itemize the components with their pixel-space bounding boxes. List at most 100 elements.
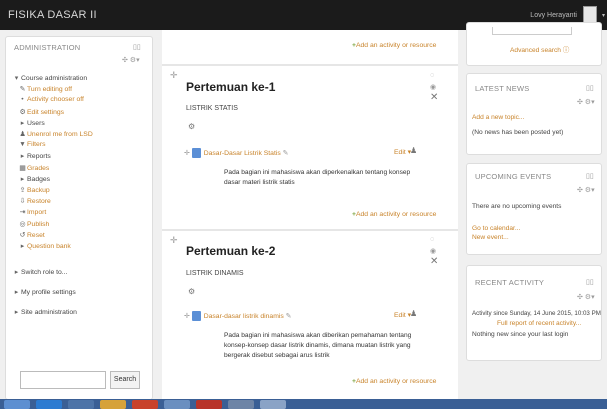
user-menu-caret-icon[interactable]: ▾ — [602, 12, 605, 19]
taskbar-app[interactable] — [228, 400, 254, 409]
gear-icon[interactable]: ⚙ — [188, 122, 195, 131]
admin-item[interactable]: ▸ Badges — [18, 175, 50, 183]
section-title: Pertemuan ke-1 — [186, 80, 276, 94]
block-dock-icon[interactable]: ▯▯ — [133, 43, 141, 51]
assign-roles-icon[interactable]: ♟ — [410, 146, 417, 155]
edit-menu[interactable]: Edit ▾ — [394, 311, 411, 319]
admin-item[interactable]: ▼Filters — [18, 141, 46, 149]
delete-section-icon[interactable]: ✕ — [430, 92, 438, 103]
admin-item-label: Unenrol me from LSD — [27, 131, 93, 138]
lightbulb-icon[interactable]: ◌ — [430, 236, 434, 243]
admin-item-label: Turn editing off — [27, 86, 72, 94]
file-icon — [191, 311, 201, 321]
restore-icon: ⇩ — [19, 198, 26, 206]
admin-item[interactable]: ◎ Publish — [18, 220, 50, 228]
caret-down-icon: ▾ — [14, 75, 19, 82]
activity-resource[interactable]: ✛ Dasar-Dasar Listrik Statis ✎ — [184, 148, 288, 158]
full-report-link[interactable]: Full report of recent activity... — [497, 320, 581, 327]
admin-item-label: Backup — [27, 187, 50, 194]
lightbulb-icon[interactable]: ◌ — [430, 72, 434, 79]
admin-item-label: Edit settings — [27, 108, 65, 116]
taskbar-app[interactable] — [100, 400, 126, 409]
admin-item-label: Reports — [27, 153, 51, 161]
block-dock-icon[interactable]: ▯▯ — [586, 278, 594, 286]
administration-title: ADMINISTRATION — [14, 43, 81, 52]
gear-icon[interactable]: ⚙ — [188, 287, 195, 296]
add-activity-link[interactable]: +Add an activity or resource — [352, 211, 436, 218]
admin-item[interactable]: ▾ Course administration — [12, 74, 87, 82]
publish-icon: ◎ — [19, 220, 26, 228]
add-activity-link-top[interactable]: +Add an activity or resource — [352, 42, 436, 49]
taskbar-app[interactable] — [164, 400, 190, 409]
admin-item[interactable]: ⇩ Restore — [18, 197, 51, 205]
admin-item-label: Publish — [27, 220, 50, 228]
taskbar-app[interactable] — [260, 400, 286, 409]
add-topic-link[interactable]: Add a new topic... — [472, 114, 524, 121]
block-move-icon[interactable]: ✣ ⚙▾ — [122, 56, 140, 64]
block-dock-icon[interactable]: ▯▯ — [586, 84, 594, 92]
admin-item-label: Filters — [27, 141, 46, 149]
admin-item-label: Reset — [27, 231, 45, 239]
site-administration-item[interactable]: ▸ Site administration — [12, 308, 77, 316]
admin-search-input[interactable] — [20, 371, 106, 389]
file-icon — [191, 148, 201, 158]
upcoming-events-title: UPCOMING EVENTS — [475, 172, 552, 181]
taskbar-app[interactable] — [196, 400, 222, 409]
start-button[interactable] — [4, 400, 30, 409]
block-move-icon[interactable]: ✣ ⚙▾ — [577, 186, 595, 194]
forum-search-input[interactable] — [492, 27, 572, 35]
admin-item[interactable]: ⇥ Import — [18, 208, 47, 216]
admin-item[interactable]: ↺ Reset — [18, 231, 45, 239]
section-move-icon[interactable]: ✛ — [170, 235, 178, 246]
caret-right-icon: ▸ — [14, 269, 19, 276]
activity-description: Pada bagian ini mahasiswa akan diperkena… — [224, 169, 411, 186]
admin-item[interactable]: • Activity chooser off — [18, 96, 84, 103]
admin-item[interactable]: ▸ Question bank — [18, 242, 71, 250]
admin-item[interactable]: ▦Grades — [18, 164, 49, 172]
section-move-icon[interactable]: ✛ — [170, 70, 178, 81]
eye-icon[interactable]: ◉ — [430, 83, 436, 91]
edit-title-icon[interactable]: ✎ — [281, 150, 289, 157]
switch-role-item[interactable]: ▸ Switch role to... — [12, 268, 68, 276]
advanced-search-link[interactable]: Advanced search ⓘ — [510, 44, 569, 54]
admin-item-label: Question bank — [27, 243, 71, 250]
help-icon[interactable]: ⓘ — [563, 47, 570, 54]
caret-right-icon: ▸ — [20, 175, 25, 183]
backup-icon: ⇪ — [19, 187, 26, 194]
taskbar-app[interactable] — [132, 400, 158, 409]
section-divider — [162, 64, 458, 66]
assign-roles-icon[interactable]: ♟ — [410, 309, 417, 318]
block-move-icon[interactable]: ✣ ⚙▾ — [577, 98, 595, 106]
site-title[interactable]: FISIKA DASAR II — [8, 9, 97, 21]
taskbar-app[interactable] — [68, 400, 94, 409]
delete-section-icon[interactable]: ✕ — [430, 256, 438, 267]
admin-item-label: Users — [27, 119, 45, 127]
admin-item[interactable]: ▸ Users — [18, 119, 45, 127]
block-move-icon[interactable]: ✣ ⚙▾ — [577, 293, 595, 301]
go-to-calendar-link[interactable]: Go to calendar... — [472, 225, 520, 232]
no-news-text: (No news has been posted yet) — [472, 129, 564, 136]
new-event-link[interactable]: New event... — [472, 234, 509, 241]
eye-icon[interactable]: ◉ — [430, 247, 436, 255]
admin-item[interactable]: ✎ Turn editing off — [18, 85, 72, 93]
move-icon[interactable]: ✛ — [184, 313, 190, 320]
latest-news-title: LATEST NEWS — [475, 84, 530, 93]
move-icon[interactable]: ✛ — [184, 150, 190, 157]
user-name[interactable]: Lovy Herayanti — [530, 12, 577, 19]
admin-item[interactable]: ♟Unenrol me from LSD — [18, 130, 93, 138]
edit-title-icon[interactable]: ✎ — [284, 313, 292, 320]
my-profile-settings-item[interactable]: ▸ My profile settings — [12, 288, 76, 296]
edit-menu[interactable]: Edit ▾ — [394, 148, 411, 156]
admin-item-label: Badges — [27, 175, 51, 183]
section-subtitle: LISTRIK DINAMIS — [186, 270, 244, 277]
admin-item[interactable]: ⇪ Backup — [18, 186, 50, 194]
recent-activity-title: RECENT ACTIVITY — [475, 278, 545, 287]
add-activity-link[interactable]: +Add an activity or resource — [352, 378, 436, 385]
admin-item[interactable]: ⚙Edit settings — [18, 108, 64, 116]
search-button[interactable]: Search — [110, 371, 140, 389]
block-dock-icon[interactable]: ▯▯ — [586, 172, 594, 180]
activity-resource[interactable]: ✛ Dasar-dasar listrik dinamis ✎ — [184, 311, 291, 321]
taskbar-app[interactable] — [36, 400, 62, 409]
admin-item[interactable]: ▸ Reports — [18, 152, 51, 160]
caret-right-icon: ▸ — [20, 153, 25, 161]
